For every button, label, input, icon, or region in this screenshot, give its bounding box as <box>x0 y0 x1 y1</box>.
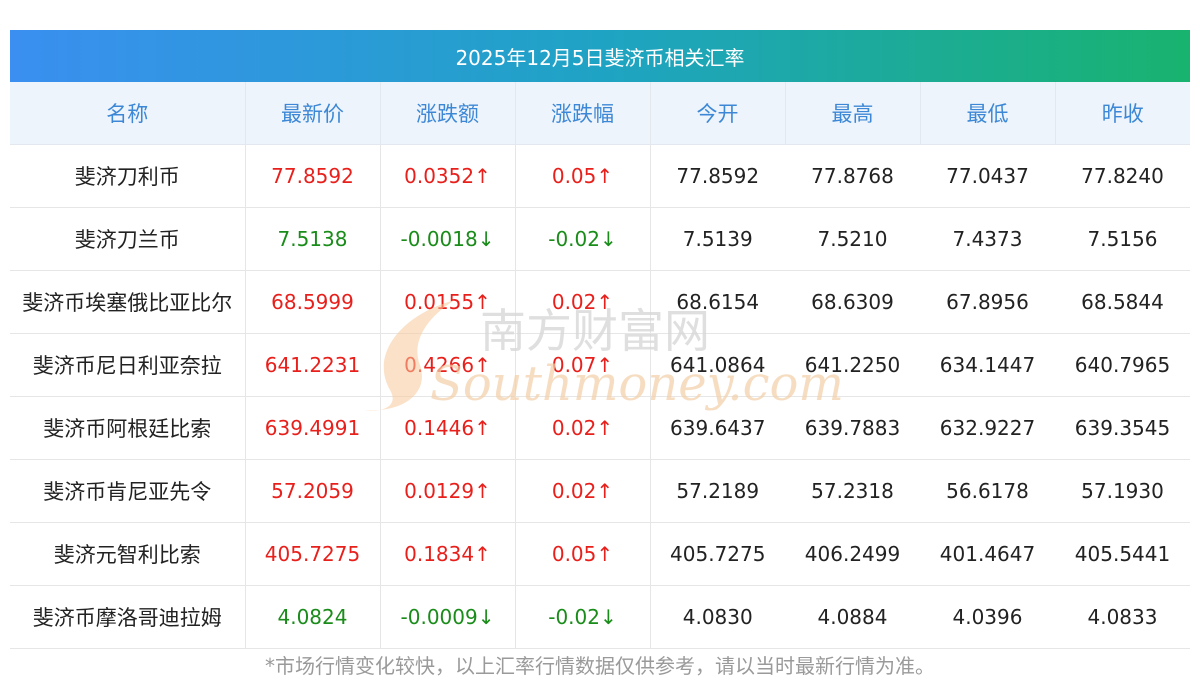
cell-pct: 0.02↑ <box>515 459 651 523</box>
cell-pct: 0.05↑ <box>515 522 651 586</box>
cell-name: 斐济刀兰币 <box>10 207 246 271</box>
cell-prev: 77.8240 <box>1055 144 1190 208</box>
cell-low: 632.9227 <box>920 396 1055 460</box>
table-row: 斐济币肯尼亚先令 57.2059 0.0129↑ 0.02↑ 57.2189 57.231… <box>10 459 1190 523</box>
cell-open: 7.5139 <box>650 207 785 271</box>
col-header-open: 今开 <box>650 82 786 145</box>
cell-low: 401.4647 <box>920 522 1055 586</box>
cell-latest: 68.5999 <box>245 270 381 334</box>
cell-high: 4.0884 <box>785 585 920 649</box>
cell-open: 68.6154 <box>650 270 785 334</box>
cell-prev: 640.7965 <box>1055 333 1190 397</box>
cell-name: 斐济币尼日利亚奈拉 <box>10 333 246 397</box>
table-title: 2025年12月5日斐济币相关汇率 <box>10 30 1190 82</box>
table-row: 斐济元智利比索 405.7275 0.1834↑ 0.05↑ 405.7275 406.2… <box>10 522 1190 586</box>
cell-prev: 639.3545 <box>1055 396 1190 460</box>
cell-prev: 405.5441 <box>1055 522 1190 586</box>
cell-low: 56.6178 <box>920 459 1055 523</box>
cell-open: 77.8592 <box>650 144 785 208</box>
cell-high: 77.8768 <box>785 144 920 208</box>
table-row: 斐济币埃塞俄比亚比尔 68.5999 0.0155↑ 0.02↑ 68.6154 68.6… <box>10 270 1190 334</box>
cell-high: 7.5210 <box>785 207 920 271</box>
cell-prev: 7.5156 <box>1055 207 1190 271</box>
cell-high: 641.2250 <box>785 333 920 397</box>
cell-latest: 57.2059 <box>245 459 381 523</box>
cell-prev: 57.1930 <box>1055 459 1190 523</box>
cell-low: 67.8956 <box>920 270 1055 334</box>
cell-change: 0.1446↑ <box>380 396 516 460</box>
table-row: 斐济币尼日利亚奈拉 641.2231 0.4266↑ 0.07↑ 641.0864 641… <box>10 333 1190 397</box>
cell-open: 57.2189 <box>650 459 785 523</box>
cell-open: 4.0830 <box>650 585 785 649</box>
cell-latest: 405.7275 <box>245 522 381 586</box>
header-row: 名称 最新价 涨跌额 涨跌幅 今开 最高 最低 昨收 <box>10 82 1190 145</box>
col-header-latest: 最新价 <box>245 82 381 145</box>
cell-change: 0.1834↑ <box>380 522 516 586</box>
cell-latest: 7.5138 <box>245 207 381 271</box>
cell-low: 77.0437 <box>920 144 1055 208</box>
cell-pct: 0.07↑ <box>515 333 651 397</box>
cell-change: 0.0352↑ <box>380 144 516 208</box>
table-row: 斐济刀利币 77.8592 0.0352↑ 0.05↑ 77.8592 77.8768 77… <box>10 144 1190 208</box>
cell-change: -0.0009↓ <box>380 585 516 649</box>
cell-prev: 68.5844 <box>1055 270 1190 334</box>
cell-high: 57.2318 <box>785 459 920 523</box>
cell-pct: -0.02↓ <box>515 207 651 271</box>
cell-change: 0.4266↑ <box>380 333 516 397</box>
exchange-rate-table: 名称 最新价 涨跌额 涨跌幅 今开 最高 最低 昨收 斐济刀利币 77.8592 0… <box>10 82 1190 649</box>
cell-name: 斐济元智利比索 <box>10 522 246 586</box>
cell-name: 斐济币阿根廷比索 <box>10 396 246 460</box>
table-row: 斐济币阿根廷比索 639.4991 0.1446↑ 0.02↑ 639.6437 639.… <box>10 396 1190 460</box>
cell-low: 4.0396 <box>920 585 1055 649</box>
col-header-low: 最低 <box>920 82 1056 145</box>
cell-pct: 0.05↑ <box>515 144 651 208</box>
cell-open: 641.0864 <box>650 333 785 397</box>
cell-high: 639.7883 <box>785 396 920 460</box>
cell-open: 405.7275 <box>650 522 785 586</box>
cell-change: 0.0129↑ <box>380 459 516 523</box>
cell-latest: 77.8592 <box>245 144 381 208</box>
cell-latest: 639.4991 <box>245 396 381 460</box>
cell-open: 639.6437 <box>650 396 785 460</box>
cell-name: 斐济币埃塞俄比亚比尔 <box>10 270 246 334</box>
col-header-change: 涨跌额 <box>380 82 516 145</box>
cell-pct: 0.02↑ <box>515 270 651 334</box>
disclaimer-text: *市场行情变化较快，以上汇率行情数据仅供参考，请以当时最新行情为准。 <box>265 654 935 678</box>
cell-prev: 4.0833 <box>1055 585 1190 649</box>
cell-latest: 641.2231 <box>245 333 381 397</box>
col-header-prev: 昨收 <box>1055 82 1190 145</box>
cell-low: 7.4373 <box>920 207 1055 271</box>
col-header-name: 名称 <box>10 82 246 145</box>
cell-pct: -0.02↓ <box>515 585 651 649</box>
cell-change: -0.0018↓ <box>380 207 516 271</box>
cell-high: 68.6309 <box>785 270 920 334</box>
cell-low: 634.1447 <box>920 333 1055 397</box>
cell-latest: 4.0824 <box>245 585 381 649</box>
cell-name: 斐济币摩洛哥迪拉姆 <box>10 585 246 649</box>
col-header-high: 最高 <box>785 82 921 145</box>
table-row: 斐济刀兰币 7.5138 -0.0018↓ -0.02↓ 7.5139 7.5210 7.4… <box>10 207 1190 271</box>
cell-name: 斐济刀利币 <box>10 144 246 208</box>
rate-table-container: 2025年12月5日斐济币相关汇率 名称 最新价 涨跌额 涨跌幅 今开 最高 最… <box>10 30 1190 649</box>
col-header-pct: 涨跌幅 <box>515 82 651 145</box>
table-row: 斐济币摩洛哥迪拉姆 4.0824 -0.0009↓ -0.02↓ 4.0830 4.088… <box>10 585 1190 649</box>
cell-high: 406.2499 <box>785 522 920 586</box>
cell-change: 0.0155↑ <box>380 270 516 334</box>
cell-pct: 0.02↑ <box>515 396 651 460</box>
cell-name: 斐济币肯尼亚先令 <box>10 459 246 523</box>
